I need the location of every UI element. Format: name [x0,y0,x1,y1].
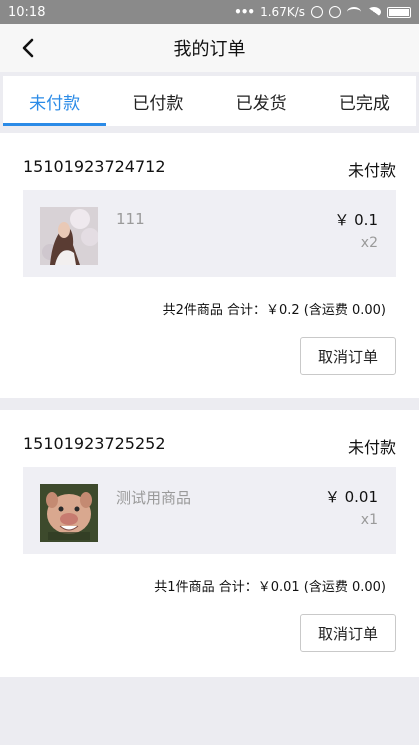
product-name: 测试用商品 [116,489,192,507]
order-number: 15101923725252 [23,434,166,453]
back-button[interactable] [16,36,40,60]
goods-item[interactable]: 111 ￥ 0.1 x2 [23,190,396,277]
status-time: 10:18 [8,4,46,20]
empty-area [0,677,419,745]
product-name: 111 [116,210,145,228]
product-image [40,484,98,542]
chevron-left-icon [22,38,34,58]
order-header: 15101923725252 未付款 [23,434,396,458]
battery-icon [387,6,411,18]
alarm-icon [329,6,341,18]
cancel-order-button[interactable]: 取消订单 [300,337,396,375]
tab-shipped[interactable]: 已发货 [210,76,313,126]
status-bar: 10:18 ••• 1.67K/s [0,0,419,24]
order-summary: 共2件商品 合计：￥0.2 (含运费 0.00) [162,303,386,318]
order-status: 未付款 [347,161,396,180]
product-price: ￥ 0.1 [334,211,378,229]
product-quantity: x2 [360,235,378,251]
status-indicators: ••• 1.67K/s [234,5,411,19]
more-dots-icon: ••• [234,5,255,19]
product-image [40,207,98,265]
order-tabs: 未付款 已付款 已发货 已完成 [3,76,416,126]
order-card: 15101923725252 未付款 测试用商品 ￥ 0.01 x1 共1件商品… [0,410,419,677]
order-header: 15101923724712 未付款 [23,157,396,181]
tab-paid[interactable]: 已付款 [106,76,209,126]
goods-item[interactable]: 测试用商品 ￥ 0.01 x1 [23,467,396,554]
nav-bar: 我的订单 [0,24,419,72]
order-status: 未付款 [347,438,396,457]
order-card: 15101923724712 未付款 111 ￥ 0.1 x2 共2件商品 合计… [0,133,419,398]
tab-completed[interactable]: 已完成 [313,76,416,126]
signal-icon [367,7,381,17]
net-speed: 1.67K/s [260,5,305,19]
mute-icon [311,6,323,18]
order-number: 15101923724712 [23,157,166,176]
tab-unpaid[interactable]: 未付款 [3,76,107,126]
product-price: ￥ 0.01 [324,488,378,506]
wifi-icon [347,7,361,17]
page-title: 我的订单 [173,39,246,60]
order-summary: 共1件商品 合计：￥0.01 (含运费 0.00) [154,580,386,595]
cancel-order-button[interactable]: 取消订单 [300,614,396,652]
product-quantity: x1 [360,512,378,528]
